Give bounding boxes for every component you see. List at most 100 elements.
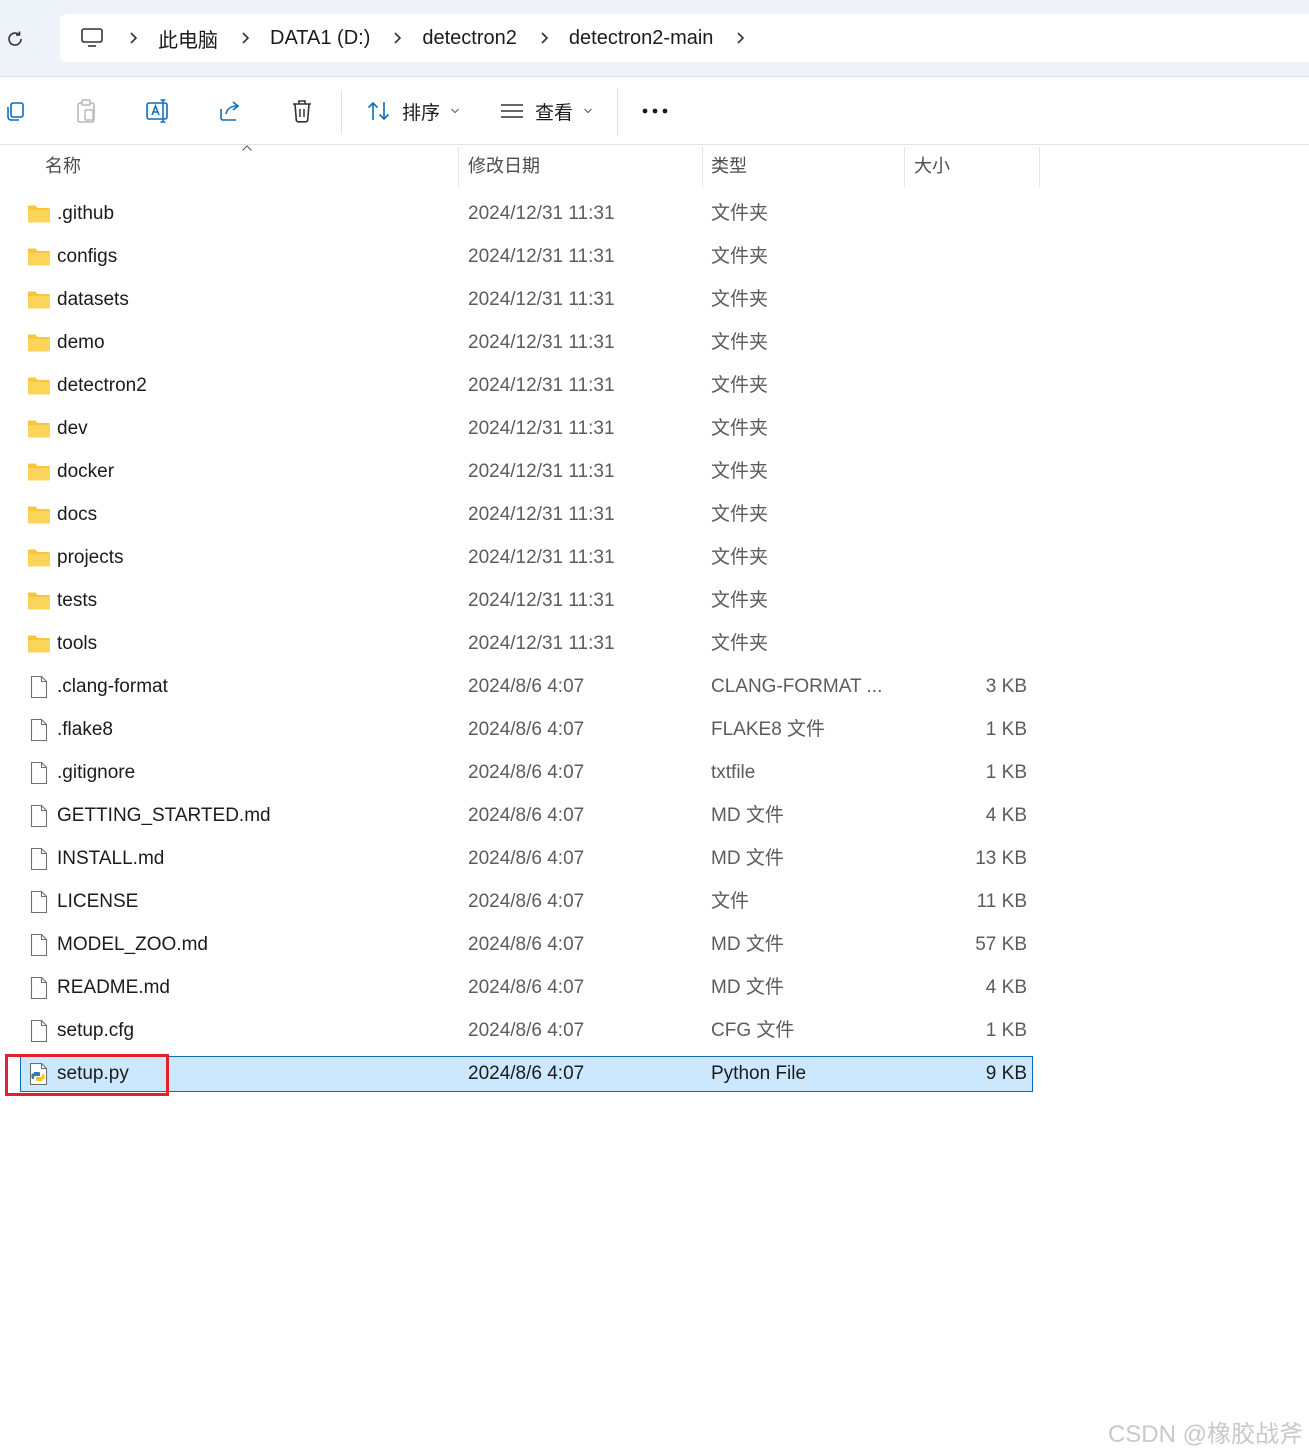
column-divider[interactable] [458, 147, 459, 187]
chevron-right-icon[interactable] [388, 29, 406, 47]
computer-icon[interactable] [78, 24, 106, 52]
command-bar: 排序 查看 [0, 77, 1309, 145]
file-name: .clang-format [57, 676, 168, 697]
column-header-name[interactable]: 名称 [45, 145, 81, 185]
folder-icon [27, 201, 51, 227]
file-row[interactable]: projects 2024/12/31 11:31 文件夹 [20, 540, 1033, 576]
folder-icon [27, 502, 51, 528]
chevron-right-icon[interactable] [535, 29, 553, 47]
file-name: docs [57, 504, 98, 525]
folder-icon [27, 459, 51, 485]
chevron-down-icon [450, 107, 460, 115]
file-type: 文件夹 [711, 633, 769, 654]
file-date: 2024/8/6 4:07 [468, 891, 585, 912]
file-row[interactable]: GETTING_STARTED.md 2024/8/6 4:07 MD 文件 4 KB [20, 798, 1033, 834]
breadcrumb-detectron2[interactable]: detectron2 [422, 27, 517, 50]
file-type: 文件夹 [711, 461, 769, 482]
file-size: 11 KB [976, 891, 1027, 912]
file-icon [27, 975, 51, 1001]
file-name: .github [57, 203, 115, 224]
file-date: 2024/8/6 4:07 [468, 762, 585, 783]
file-row[interactable]: MODEL_ZOO.md 2024/8/6 4:07 MD 文件 57 KB [20, 927, 1033, 963]
copy-icon[interactable] [0, 96, 30, 126]
address-bar[interactable]: 此电脑 DATA1 (D:) detectron2 detectron2-mai… [60, 14, 1309, 62]
file-type: 文件夹 [711, 590, 769, 611]
folder-icon [27, 330, 51, 356]
file-date: 2024/12/31 11:31 [468, 633, 615, 654]
sort-ascending-icon [242, 145, 252, 151]
toolbar-divider [617, 89, 618, 135]
breadcrumb-detectron2-main[interactable]: detectron2-main [569, 27, 714, 50]
file-icon [27, 1018, 51, 1044]
file-row[interactable]: dev 2024/12/31 11:31 文件夹 [20, 411, 1033, 447]
file-row[interactable]: .flake8 2024/8/6 4:07 FLAKE8 文件 1 KB [20, 712, 1033, 748]
file-row[interactable]: INSTALL.md 2024/8/6 4:07 MD 文件 13 KB [20, 841, 1033, 877]
file-row[interactable]: LICENSE 2024/8/6 4:07 文件 11 KB [20, 884, 1033, 920]
file-date: 2024/12/31 11:31 [468, 418, 615, 439]
file-date: 2024/8/6 4:07 [468, 676, 585, 697]
file-size: 57 KB [975, 934, 1027, 955]
file-row[interactable]: configs 2024/12/31 11:31 文件夹 [20, 239, 1033, 275]
breadcrumb-drive[interactable]: DATA1 (D:) [270, 27, 370, 50]
file-row[interactable]: datasets 2024/12/31 11:31 文件夹 [20, 282, 1033, 318]
column-header-date[interactable]: 修改日期 [468, 145, 540, 185]
view-label: 查看 [535, 102, 574, 124]
breadcrumb-this-pc[interactable]: 此电脑 [158, 24, 218, 53]
folder-icon [27, 588, 51, 614]
file-date: 2024/8/6 4:07 [468, 1063, 585, 1084]
file-size: 4 KB [985, 977, 1027, 998]
file-row-selected[interactable]: setup.py 2024/8/6 4:07 Python File 9 KB [20, 1056, 1033, 1092]
file-row[interactable]: README.md 2024/8/6 4:07 MD 文件 4 KB [20, 970, 1033, 1006]
file-row[interactable]: detectron2 2024/12/31 11:31 文件夹 [20, 368, 1033, 404]
file-date: 2024/12/31 11:31 [468, 246, 615, 267]
file-row[interactable]: setup.cfg 2024/8/6 4:07 CFG 文件 1 KB [20, 1013, 1033, 1049]
refresh-icon[interactable] [2, 26, 28, 52]
file-row[interactable]: tests 2024/12/31 11:31 文件夹 [20, 583, 1033, 619]
chevron-right-icon[interactable] [124, 29, 142, 47]
file-name: projects [57, 547, 124, 568]
sort-icon [366, 99, 392, 123]
more-options-icon[interactable] [640, 96, 670, 126]
file-type: MD 文件 [711, 934, 784, 955]
sort-button[interactable]: 排序 [366, 95, 460, 127]
file-row[interactable]: docs 2024/12/31 11:31 文件夹 [20, 497, 1033, 533]
file-row[interactable]: .github 2024/12/31 11:31 文件夹 [20, 196, 1033, 232]
file-name: detectron2 [57, 375, 147, 396]
column-header-type[interactable]: 类型 [711, 145, 747, 185]
column-divider[interactable] [1039, 147, 1040, 187]
file-icon [27, 889, 51, 915]
file-icon [27, 932, 51, 958]
file-icon [27, 803, 51, 829]
file-name: tools [57, 633, 98, 654]
chevron-right-icon[interactable] [731, 29, 749, 47]
column-divider[interactable] [702, 147, 703, 187]
file-name: docker [57, 461, 115, 482]
rename-icon[interactable] [143, 96, 173, 126]
file-row[interactable]: demo 2024/12/31 11:31 文件夹 [20, 325, 1033, 361]
file-size: 4 KB [985, 805, 1027, 826]
file-size: 1 KB [985, 1020, 1027, 1041]
file-name: dev [57, 418, 88, 439]
paste-icon[interactable] [71, 96, 101, 126]
file-size: 1 KB [985, 719, 1027, 740]
file-name: tests [57, 590, 98, 611]
file-row[interactable]: .clang-format 2024/8/6 4:07 CLANG-FORMAT .… [20, 669, 1033, 705]
column-divider[interactable] [904, 147, 905, 187]
file-type: 文件夹 [711, 547, 769, 568]
share-icon[interactable] [215, 96, 245, 126]
file-name: INSTALL.md [57, 848, 165, 869]
file-name: setup.cfg [57, 1020, 135, 1041]
file-icon [27, 760, 51, 786]
column-header-row: 名称 修改日期 类型 大小 [0, 145, 1309, 187]
column-header-size[interactable]: 大小 [914, 145, 950, 185]
file-row[interactable]: tools 2024/12/31 11:31 文件夹 [20, 626, 1033, 662]
view-button[interactable]: 查看 [499, 95, 593, 127]
file-type: txtfile [711, 762, 756, 783]
file-name: configs [57, 246, 118, 267]
file-type: MD 文件 [711, 977, 784, 998]
file-row[interactable]: docker 2024/12/31 11:31 文件夹 [20, 454, 1033, 490]
file-row[interactable]: .gitignore 2024/8/6 4:07 txtfile 1 KB [20, 755, 1033, 791]
chevron-right-icon[interactable] [236, 29, 254, 47]
delete-icon[interactable] [287, 96, 317, 126]
file-name: GETTING_STARTED.md [57, 805, 271, 826]
